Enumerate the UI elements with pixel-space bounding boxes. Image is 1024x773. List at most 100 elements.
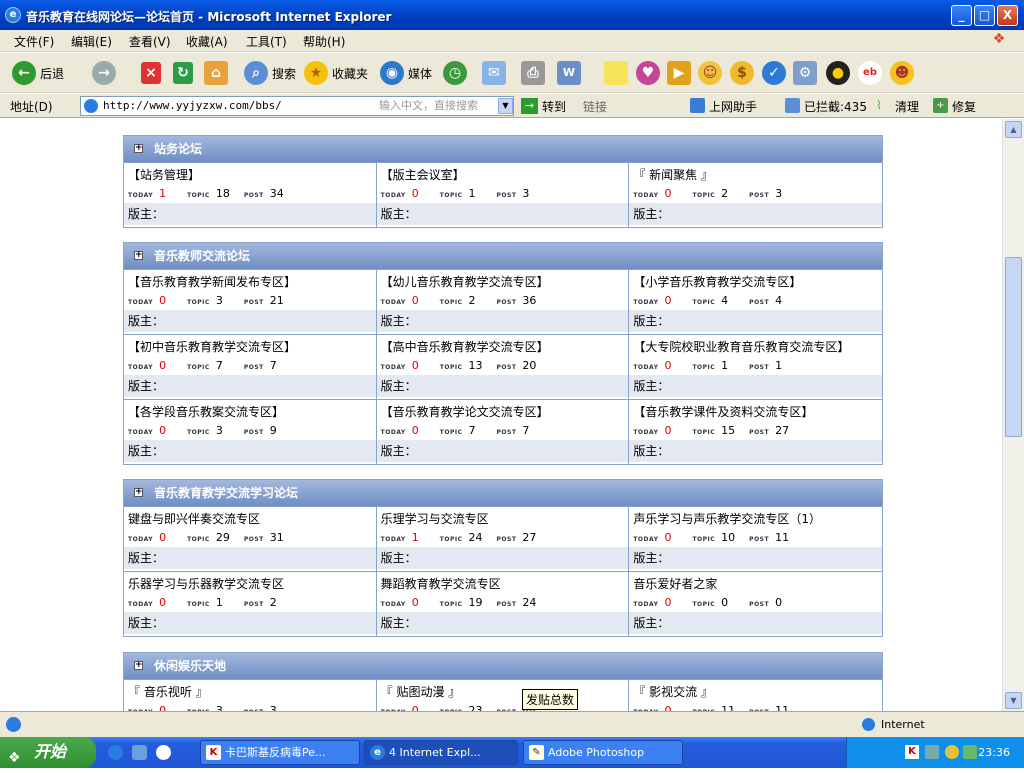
forward-button[interactable]: → [92,59,116,87]
board-name-link[interactable]: 『 贴图动漫 』 [381,683,461,700]
history-button[interactable]: ◷ [443,59,467,87]
print-button[interactable]: ⎙ [521,59,545,87]
forum-board: 舞蹈教育教学交流专区 TODAY 0 TOPIC 19 POST 24 版主： [376,571,630,636]
moderator-label: 版主： [376,203,629,225]
discuss-button[interactable] [604,59,628,87]
ie-plugin-button[interactable]: ✓ [762,59,786,87]
board-name-link[interactable]: 【音乐教育教学新闻发布专区】 [128,273,296,290]
money-button[interactable]: $ [730,59,754,87]
vertical-scrollbar[interactable]: ▲ ▼ [1002,119,1024,711]
quicklaunch-media-icon[interactable] [156,745,171,760]
media-button[interactable]: ◉ 媒体 [380,59,432,87]
repair-button[interactable]: 修复 [952,98,976,115]
topic-count: 10 [721,531,736,544]
qq-face-button[interactable]: ☺ [698,59,722,87]
favorites-button[interactable]: ★ 收藏夹 [304,59,368,87]
board-name-link[interactable]: 【版主会议室】 [381,166,465,183]
board-stats: TODAY 0 TOPIC 29 POST 31 [128,531,298,544]
address-dropdown-icon[interactable]: ▼ [498,98,513,114]
helper-button[interactable]: 上网助手 [709,98,757,115]
go-arrow-icon[interactable]: → [521,98,538,114]
tray-kaspersky-icon[interactable]: K [905,745,919,759]
section-header[interactable]: + 音乐教师交流论坛 [124,243,882,269]
menu-favorites[interactable]: 收藏(A) [186,33,228,50]
quicklaunch-explorer-icon[interactable] [132,745,147,760]
forum-board: 【各学段音乐教案交流专区】 TODAY 0 TOPIC 3 POST 9 版主： [124,399,377,464]
section-header[interactable]: + 音乐教育教学交流学习论坛 [124,480,882,506]
player-button[interactable]: ▶ [667,59,691,87]
post-count: 4 [775,294,783,307]
board-name-link[interactable]: 键盘与即兴伴奏交流专区 [128,510,260,527]
menu-help[interactable]: 帮助(H) [303,33,345,50]
messenger-button[interactable]: ♥ [636,59,660,87]
scroll-down-icon[interactable]: ▼ [1005,692,1022,709]
board-name-link[interactable]: 【初中音乐教育教学交流专区】 [128,338,296,355]
today-label: TODAY [633,364,659,371]
menu-view[interactable]: 查看(V) [129,33,171,50]
moderator-label: 版主： [124,375,376,397]
menu-file[interactable]: 文件(F) [14,33,54,50]
task-photoshop[interactable]: ✎ Adobe Photoshop [523,740,683,765]
menu-tools[interactable]: 工具(T) [246,33,287,50]
edit-button[interactable]: W [557,59,581,87]
tray-volume-icon[interactable] [945,745,959,759]
moderator-label: 版主： [124,310,376,332]
task-ie[interactable]: e 4 Internet Expl... [364,740,518,765]
home-button[interactable]: ⌂ [204,59,228,87]
qq-button[interactable]: ● [826,59,850,87]
scroll-thumb[interactable] [1005,257,1022,437]
back-button[interactable]: ← 后退 [12,59,64,87]
board-name-link[interactable]: 乐理学习与交流专区 [381,510,489,527]
tray-network-icon[interactable] [925,745,939,759]
maximize-button[interactable]: □ [974,5,995,26]
section-header[interactable]: + 休闲娱乐天地 [124,653,882,679]
minimize-button[interactable]: _ [951,5,972,26]
topic-label: TOPIC [439,536,463,543]
stop-button[interactable]: × [141,59,161,87]
address-input[interactable]: http://www.yyjyzxw.com/bbs/ 输入中文，直接搜索 [80,96,514,116]
board-name-link[interactable]: 【小学音乐教育教学交流专区】 [633,273,801,290]
go-button[interactable]: 转到 [542,98,566,115]
today-count: 0 [411,704,419,711]
menu-edit[interactable]: 编辑(E) [71,33,112,50]
search-button[interactable]: ⌕ 搜索 [244,59,296,87]
links-label[interactable]: 链接 [583,98,607,115]
tray-qq-icon[interactable] [963,745,977,759]
blocked-count[interactable]: 已拦截:435 [804,98,867,115]
board-name-link[interactable]: 『 影视交流 』 [633,683,713,700]
board-name-link[interactable]: 【音乐教学课件及资料交流专区】 [633,403,813,420]
section-header[interactable]: + 站务论坛 [124,136,882,162]
board-name-link[interactable]: 声乐学习与声乐教学交流专区（1） [633,510,821,527]
post-count: 1 [775,359,783,372]
board-name-link[interactable]: 【各学段音乐教案交流专区】 [128,403,284,420]
ebay-button[interactable]: eb [858,59,882,87]
board-name-link[interactable]: 舞蹈教育教学交流专区 [381,575,501,592]
task-kaspersky[interactable]: K 卡巴斯基反病毒Pe... [200,740,360,765]
system-tray: K 23:36 [846,737,1024,768]
quicklaunch-ie-icon[interactable] [108,745,123,760]
expand-icon[interactable]: + [134,144,143,153]
scroll-up-icon[interactable]: ▲ [1005,121,1022,138]
board-name-link[interactable]: 乐器学习与乐器教学交流专区 [128,575,284,592]
board-name-link[interactable]: 『 新闻聚焦 』 [633,166,713,183]
board-name-link[interactable]: 【幼儿音乐教育教学交流专区】 [381,273,549,290]
refresh-button[interactable]: ↻ [173,59,193,87]
start-button[interactable]: ❖ 开始 [0,737,96,768]
emoticon-button[interactable]: ☻ [890,59,914,87]
mail-button[interactable]: ✉ [482,59,506,87]
board-name-link[interactable]: 【高中音乐教育教学交流专区】 [381,338,549,355]
clean-button[interactable]: 清理 [895,98,919,115]
forum-board: 声乐学习与声乐教学交流专区（1） TODAY 0 TOPIC 10 POST 11 版主： [629,506,883,571]
close-button[interactable]: X [997,5,1018,26]
title-bar[interactable]: e 音乐教育在线网论坛—论坛首页 - Microsoft Internet Ex… [0,0,1024,30]
expand-icon[interactable]: + [134,661,143,670]
board-name-link[interactable]: 『 音乐视听 』 [128,683,208,700]
expand-icon[interactable]: + [134,488,143,497]
board-name-link[interactable]: 【站务管理】 [128,166,200,183]
board-name-link[interactable]: 【大专院校职业教育音乐教育交流专区】 [633,338,849,355]
board-name-link[interactable]: 【音乐教育教学论文交流专区】 [381,403,549,420]
board-name-link[interactable]: 音乐爱好者之家 [633,575,717,592]
tools-button[interactable]: ⚙ [793,59,817,87]
forum-board: 乐器学习与乐器教学交流专区 TODAY 0 TOPIC 1 POST 2 版主： [124,571,377,636]
expand-icon[interactable]: + [134,251,143,260]
